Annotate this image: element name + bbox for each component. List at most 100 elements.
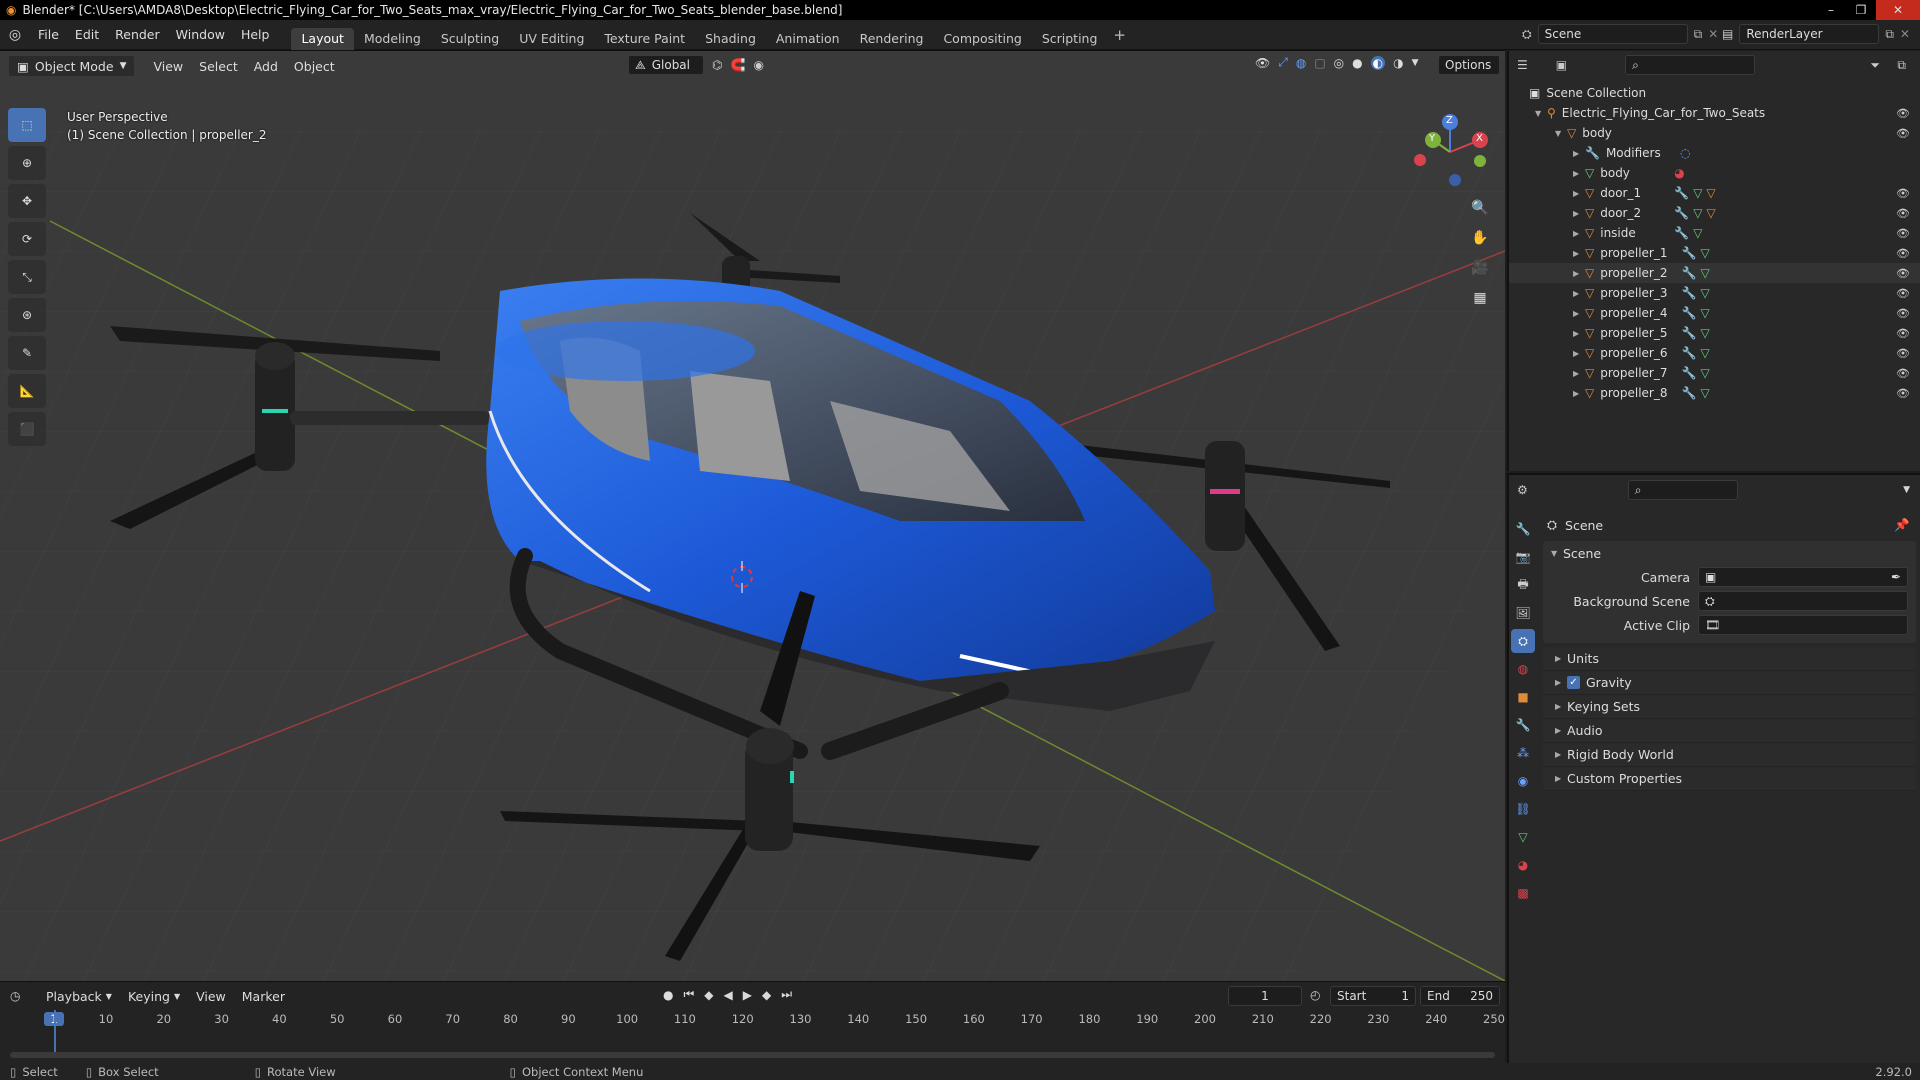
expand-arrow-icon[interactable]: ▼ [1555, 129, 1567, 138]
solid-shading-icon[interactable]: ● [1352, 56, 1362, 70]
scale-tool-button[interactable]: ⤡ [8, 260, 46, 294]
tree-row-body[interactable]: ▼ ▽ body 👁 [1509, 123, 1920, 143]
tab-uv-editing[interactable]: UV Editing [509, 28, 594, 50]
new-scene-icon[interactable]: ⧉ [1694, 27, 1703, 42]
menu-window[interactable]: Window [168, 20, 233, 50]
data-tab-icon[interactable]: ▽ [1511, 825, 1535, 849]
tab-scripting[interactable]: Scripting [1032, 28, 1108, 50]
eye-icon[interactable]: 👁 [1896, 207, 1910, 220]
record-icon[interactable]: ● [663, 988, 673, 1002]
move-tool-button[interactable]: ✥ [8, 184, 46, 218]
measure-tool-button[interactable]: 📐 [8, 374, 46, 408]
annotate-tool-button[interactable]: ✎ [8, 336, 46, 370]
current-frame-field[interactable]: 1 [1228, 986, 1302, 1006]
pin-icon[interactable]: 📌 [1894, 517, 1910, 533]
timeline-menu-keying[interactable]: Keying ▼ [120, 985, 188, 1007]
properties-options-icon[interactable]: ▼ [1903, 485, 1910, 495]
new-collection-icon[interactable]: ⧉ [1897, 58, 1906, 73]
eye-icon[interactable]: 👁 [1896, 347, 1910, 360]
blender-menu-icon[interactable]: ◎ [0, 27, 30, 43]
expand-arrow-icon[interactable]: ▶ [1573, 229, 1585, 238]
xray-icon[interactable]: ▢ [1314, 56, 1325, 70]
properties-search-input[interactable]: ⌕ [1627, 480, 1738, 500]
renderlayer-field[interactable]: RenderLayer [1739, 24, 1880, 44]
overlay-toggle-icon[interactable]: ◍ [1296, 56, 1306, 70]
filter-icon[interactable]: ⏷ [1870, 58, 1880, 73]
expand-arrow-icon[interactable]: ▶ [1573, 389, 1585, 398]
timeline-scrollbar[interactable] [10, 1052, 1495, 1058]
section-gravity[interactable]: ▶ ✓ Gravity [1543, 671, 1916, 695]
section-custom-properties[interactable]: ▶ Custom Properties [1543, 767, 1916, 791]
rendered-shading-icon[interactable]: ◑ [1393, 56, 1403, 70]
tree-row-propeller-7[interactable]: ▶ ▽ propeller_7 🔧 ▽ 👁 [1509, 363, 1920, 383]
navigation-gizmo[interactable]: Z X Y [1400, 112, 1500, 192]
tab-texture-paint[interactable]: Texture Paint [594, 28, 695, 50]
jump-end-icon[interactable]: ⏭ [781, 987, 792, 1002]
eye-icon[interactable]: 👁 [1896, 287, 1910, 300]
tree-row-scene-collection[interactable]: ▣ Scene Collection [1509, 83, 1920, 103]
section-audio[interactable]: ▶ Audio [1543, 719, 1916, 743]
add-workspace-button[interactable]: + [1113, 26, 1126, 44]
modifier-tab-icon[interactable]: 🔧 [1511, 713, 1535, 737]
eye-icon[interactable]: 👁 [1896, 247, 1910, 260]
expand-arrow-icon[interactable]: ▶ [1573, 269, 1585, 278]
pan-hand-icon[interactable]: ✋ [1467, 225, 1493, 251]
start-frame-field[interactable]: Start 1 [1330, 986, 1416, 1006]
gizmo-toggle-icon[interactable]: ⤢ [1278, 55, 1288, 70]
shading-options-icon[interactable]: ▼ [1412, 58, 1419, 68]
output-tab-icon[interactable]: 🖶 [1511, 573, 1535, 597]
viewport-menu-select[interactable]: Select [191, 55, 246, 77]
remove-renderlayer-icon[interactable]: ✕ [1900, 27, 1910, 41]
tree-row-door-1[interactable]: ▶ ▽ door_1 🔧 ▽ ▽ 👁 [1509, 183, 1920, 203]
pivot-icon[interactable]: ⌬ [712, 58, 722, 72]
viewport-menu-object[interactable]: Object [286, 55, 343, 77]
transform-orientation-dropdown[interactable]: ⟁ Global [628, 55, 704, 75]
cursor-tool-button[interactable]: ⊕ [8, 146, 46, 180]
section-keying-sets[interactable]: ▶ Keying Sets [1543, 695, 1916, 719]
next-keyframe-icon[interactable]: ◆ [762, 988, 771, 1002]
expand-arrow-icon[interactable]: ▶ [1573, 369, 1585, 378]
zoom-icon[interactable]: 🔍 [1467, 195, 1493, 221]
proportional-edit-icon[interactable]: ◉ [753, 58, 763, 72]
prev-keyframe-icon[interactable]: ◆ [704, 988, 713, 1002]
expand-arrow-icon[interactable]: ▶ [1573, 169, 1585, 178]
expand-arrow-icon[interactable]: ▶ [1573, 329, 1585, 338]
texture-tab-icon[interactable]: ▩ [1511, 881, 1535, 905]
eye-icon[interactable]: 👁 [1896, 187, 1910, 200]
jump-start-icon[interactable]: ⏮ [683, 987, 694, 1002]
transform-tool-button[interactable]: ⊛ [8, 298, 46, 332]
tree-row-propeller-6[interactable]: ▶ ▽ propeller_6 🔧 ▽ 👁 [1509, 343, 1920, 363]
close-button[interactable]: ✕ [1876, 0, 1920, 20]
outliner-search-input[interactable]: ⌕ [1625, 55, 1756, 75]
tab-modeling[interactable]: Modeling [354, 28, 431, 50]
snap-icon[interactable]: 🧲 [730, 58, 745, 72]
scene-field[interactable]: Scene [1537, 24, 1688, 44]
tool-tab-icon[interactable]: 🔧 [1511, 517, 1535, 541]
select-tool-button[interactable]: ⬚ [8, 108, 46, 142]
material-shading-icon[interactable]: ◐ [1370, 55, 1386, 70]
gravity-checkbox[interactable]: ✓ [1567, 676, 1580, 689]
eyedropper-icon[interactable]: ✒ [1891, 570, 1901, 584]
expand-arrow-icon[interactable]: ▼ [1535, 109, 1547, 118]
render-tab-icon[interactable]: 📷 [1511, 545, 1535, 569]
tree-row-modifiers[interactable]: ▶ 🔧 Modifiers ◌ [1509, 143, 1920, 163]
tree-row-propeller-3[interactable]: ▶ ▽ propeller_3 🔧 ▽ 👁 [1509, 283, 1920, 303]
eye-icon[interactable]: 👁 [1896, 107, 1910, 120]
physics-tab-icon[interactable]: ◉ [1511, 769, 1535, 793]
background-scene-field[interactable]: ⛭ [1698, 591, 1908, 611]
tab-sculpting[interactable]: Sculpting [431, 28, 509, 50]
expand-arrow-icon[interactable]: ▶ [1573, 289, 1585, 298]
expand-arrow-icon[interactable]: ▶ [1573, 249, 1585, 258]
wireframe-shading-icon[interactable]: ◎ [1334, 56, 1344, 70]
tree-row-propeller-8[interactable]: ▶ ▽ propeller_8 🔧 ▽ 👁 [1509, 383, 1920, 403]
play-icon[interactable]: ▶ [743, 988, 752, 1002]
frame-ruler[interactable]: 1102030405060708090100110120130140150160… [10, 1010, 1505, 1030]
constraints-tab-icon[interactable]: ⛓ [1511, 797, 1535, 821]
expand-arrow-icon[interactable]: ▶ [1573, 149, 1585, 158]
minimize-button[interactable]: – [1816, 0, 1846, 20]
camera-field[interactable]: ▣ ✒ [1698, 567, 1908, 587]
remove-scene-icon[interactable]: ✕ [1708, 27, 1718, 41]
visibility-icon[interactable]: 👁 [1255, 56, 1270, 70]
viewport-menu-view[interactable]: View [145, 55, 191, 77]
timeline-editor-icon[interactable]: ◷ [10, 989, 34, 1003]
